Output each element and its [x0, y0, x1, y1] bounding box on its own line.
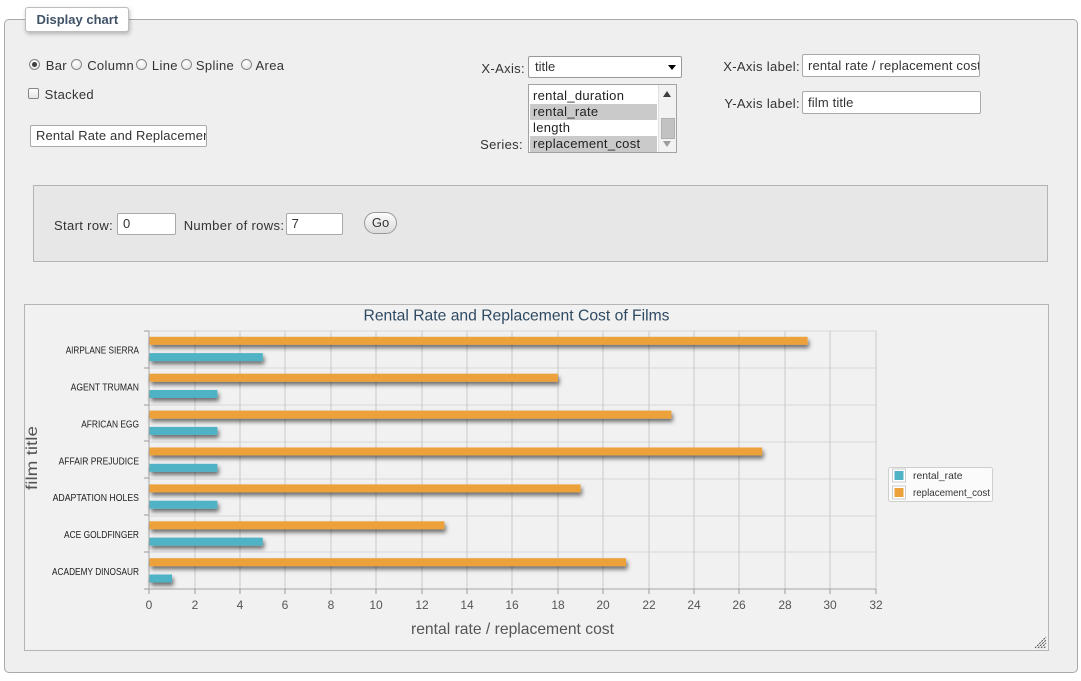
svg-text:4: 4 — [237, 598, 244, 612]
svg-text:AIRPLANE SIERRA: AIRPLANE SIERRA — [66, 346, 139, 357]
svg-text:film title: film title — [25, 426, 41, 490]
svg-text:16: 16 — [505, 598, 519, 612]
svg-text:AGENT TRUMAN: AGENT TRUMAN — [71, 383, 139, 394]
svg-text:28: 28 — [778, 598, 792, 612]
svg-text:10: 10 — [369, 598, 383, 612]
svg-text:ADAPTATION HOLES: ADAPTATION HOLES — [53, 493, 140, 504]
svg-text:8: 8 — [328, 598, 335, 612]
svg-text:6: 6 — [282, 598, 289, 612]
svg-text:2: 2 — [192, 598, 199, 612]
svg-text:26: 26 — [732, 598, 746, 612]
svg-text:AFFAIR PREJUDICE: AFFAIR PREJUDICE — [59, 456, 140, 467]
svg-text:18: 18 — [551, 598, 565, 612]
svg-text:0: 0 — [146, 598, 153, 612]
svg-text:rental rate / replacement cost: rental rate / replacement cost — [411, 621, 615, 638]
svg-text:AFRICAN EGG: AFRICAN EGG — [81, 420, 139, 431]
svg-text:replacement_cost: replacement_cost — [913, 487, 990, 499]
svg-text:32: 32 — [869, 598, 883, 612]
svg-text:rental_rate: rental_rate — [913, 470, 963, 482]
svg-text:24: 24 — [687, 598, 701, 612]
svg-text:ACADEMY DINOSAUR: ACADEMY DINOSAUR — [52, 567, 139, 578]
svg-text:20: 20 — [596, 598, 610, 612]
svg-text:14: 14 — [460, 598, 474, 612]
svg-text:Rental Rate and Replacement Co: Rental Rate and Replacement Cost of Film… — [364, 308, 670, 325]
svg-text:30: 30 — [823, 598, 837, 612]
svg-text:ACE GOLDFINGER: ACE GOLDFINGER — [64, 530, 139, 541]
svg-text:12: 12 — [415, 598, 429, 612]
svg-text:22: 22 — [642, 598, 656, 612]
